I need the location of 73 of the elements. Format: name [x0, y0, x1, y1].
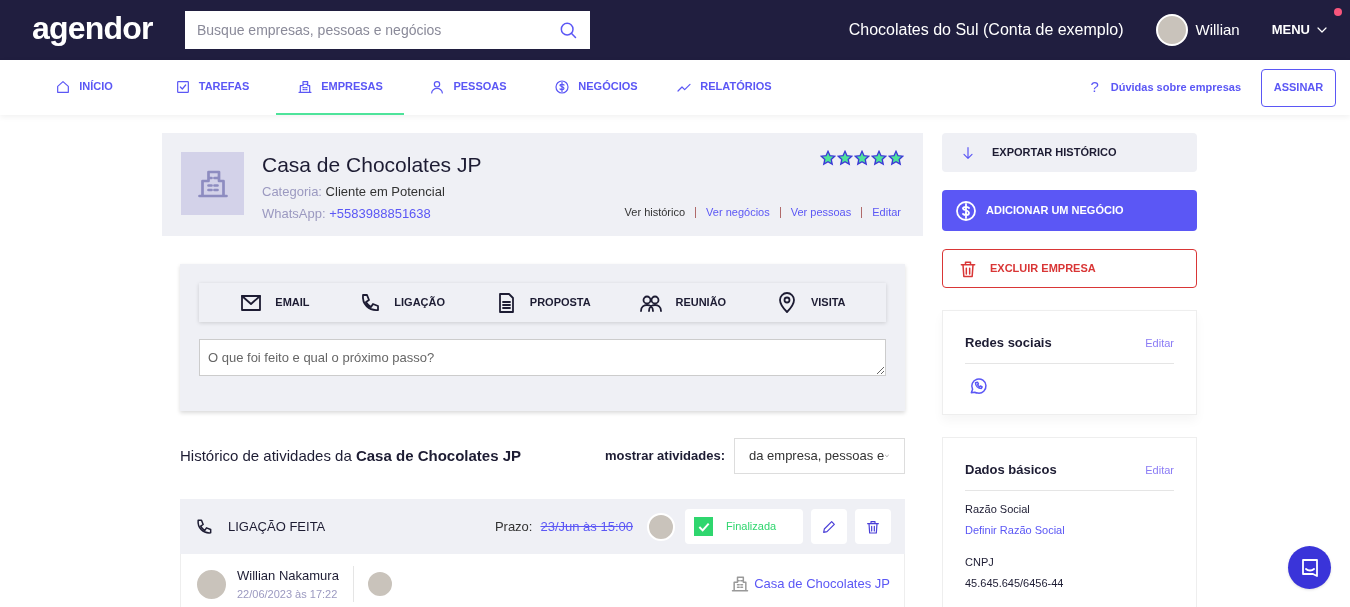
field-label: Razão Social: [965, 501, 1031, 517]
company-link[interactable]: Editar: [872, 204, 901, 221]
delete-company-button[interactable]: EXCLUIR EMPRESA: [942, 249, 1197, 288]
star-icon[interactable]: [888, 150, 904, 166]
category-value: Cliente em Potencial: [325, 184, 445, 199]
building-icon: [297, 78, 314, 95]
delete-button[interactable]: [855, 509, 891, 544]
checkbox-icon: [174, 78, 191, 95]
help-link[interactable]: Dúvidas sobre empresas: [1110, 79, 1241, 96]
company-link[interactable]: Ver histórico: [624, 204, 686, 221]
search-icon: [558, 20, 578, 40]
avatar: [647, 512, 675, 541]
menu-button[interactable]: MENU: [1271, 20, 1330, 40]
nav-tab[interactable]: NEGÓCIOS: [532, 60, 660, 115]
category-label: Categoria:: [262, 184, 322, 199]
nav-tab[interactable]: EMPRESAS: [276, 60, 404, 115]
whatsapp-link[interactable]: +5583988851638: [329, 205, 431, 221]
logo[interactable]: agendor: [32, 4, 185, 52]
home-icon: [55, 78, 72, 95]
company-link[interactable]: Ver pessoas: [790, 204, 852, 221]
search-field[interactable]: Busque empresas, pessoas e negócios: [185, 11, 590, 49]
company-link[interactable]: Ver negócios: [706, 204, 770, 221]
activity-type-button[interactable]: EMAIL: [239, 290, 310, 315]
deadline-date: 23/Jun às 15:00: [540, 517, 633, 536]
nav-tab[interactable]: RELATÓRIOS: [660, 60, 788, 115]
activity-type-button[interactable]: LIGAÇÃO: [358, 290, 446, 315]
trash-icon: [865, 518, 881, 535]
person-icon: [429, 78, 446, 95]
nav-tab[interactable]: TAREFAS: [148, 60, 276, 115]
activity-type-button[interactable]: VISITA: [774, 290, 846, 315]
deadline-label: Prazo:: [494, 517, 533, 536]
dollar-icon: [954, 198, 978, 223]
field-link[interactable]: Definir Razão Social: [965, 522, 1174, 539]
export-button[interactable]: EXPORTAR HISTÓRICO: [942, 133, 1197, 172]
nav-tab[interactable]: PESSOAS: [404, 60, 532, 115]
edit-link[interactable]: Editar: [1145, 461, 1174, 478]
chat-button[interactable]: [1288, 546, 1331, 589]
edit-button[interactable]: [811, 509, 847, 544]
activity-type-button[interactable]: PROPOSTA: [493, 290, 591, 315]
whatsapp-icon: [968, 375, 988, 396]
author-name: Willian Nakamura: [237, 567, 339, 585]
field-label: CNPJ: [965, 554, 995, 570]
add-deal-button[interactable]: ADICIONAR UM NEGÓCIO: [942, 190, 1197, 231]
field-value: 45.645.645/6456-44: [965, 576, 1065, 591]
activity-type: LIGAÇÃO FEITA: [228, 517, 326, 536]
rating-stars[interactable]: [820, 150, 904, 166]
dollar-icon: [554, 78, 571, 95]
star-icon[interactable]: [854, 150, 870, 166]
avatar: [1155, 14, 1188, 46]
whatsapp-label: WhatsApp:: [262, 205, 326, 221]
subscribe-button[interactable]: ASSINAR: [1261, 68, 1336, 107]
history-title: Histórico de atividades da Casa de Chocolates JP: [180, 445, 521, 466]
star-icon[interactable]: [871, 150, 887, 166]
filter-dropdown[interactable]: da empresa, pessoas e: [734, 438, 905, 474]
checkbox[interactable]: [694, 517, 713, 536]
activity-date: 22/06/2023 às 17:22: [237, 586, 339, 602]
card-title: Dados básicos: [965, 461, 1057, 479]
user-name[interactable]: Willian: [1195, 18, 1240, 42]
building-icon: [730, 574, 751, 594]
star-icon[interactable]: [837, 150, 853, 166]
edit-link[interactable]: Editar: [1145, 334, 1174, 351]
star-icon[interactable]: [820, 150, 836, 166]
help-icon: ?: [1090, 76, 1099, 99]
activity-type-button[interactable]: REUNIÃO: [639, 290, 727, 315]
pencil-icon: [821, 518, 837, 535]
arrow-down-icon: [960, 144, 976, 161]
activity-note-field[interactable]: O que foi feito e qual o próximo passo?: [199, 339, 886, 376]
card-title: Redes sociais: [965, 334, 1052, 352]
account-name[interactable]: Chocolates do Sul (Conta de exemplo): [848, 18, 1124, 42]
company-link[interactable]: Casa de Chocolates JP: [754, 574, 890, 594]
filter-label: mostrar atividades:: [605, 447, 725, 466]
nav-tab[interactable]: INÍCIO: [20, 60, 148, 115]
company-name: Casa de Chocolates JP: [262, 152, 482, 178]
